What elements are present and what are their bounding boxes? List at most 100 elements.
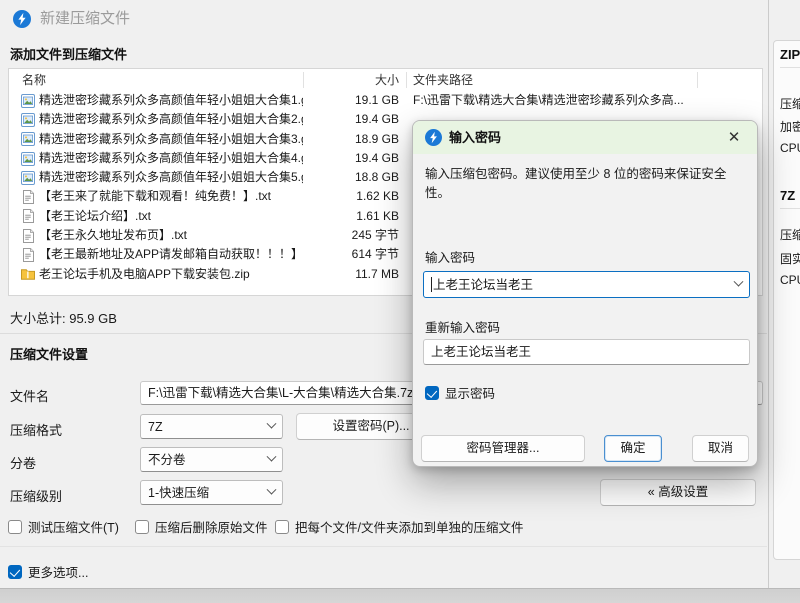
file-name: 精选泄密珍藏系列众多高颜值年轻小姐姐大合集4.gif [39, 150, 303, 165]
app-logo-icon [13, 10, 31, 28]
test-archive-checkbox[interactable]: 测试压缩文件(T) [8, 517, 119, 536]
separate-archives-checkbox[interactable]: 把每个文件/文件夹添加到单独的压缩文件 [275, 517, 523, 536]
file-size: 18.9 GB [354, 131, 399, 146]
checkbox-label: 把每个文件/文件夹添加到单独的压缩文件 [295, 521, 524, 535]
file-type-icon [23, 190, 34, 205]
file-name: 【老王来了就能下载和观看！纯免费！】.txt [39, 189, 272, 204]
advanced-settings-button[interactable]: « 高级设置 [600, 479, 756, 506]
volume-dropdown[interactable]: 不分卷 [140, 447, 283, 472]
advanced-panel: ZIP 压缩 加密 CPU 7Z 压缩 固实 CPU [773, 40, 800, 560]
background-window-strip [0, 588, 800, 603]
file-type-icon [21, 151, 35, 166]
delete-after-checkbox[interactable]: 压缩后删除原始文件 [135, 517, 268, 536]
panel-item: 压缩 [780, 97, 800, 111]
close-icon[interactable]: ✕ [721, 121, 747, 154]
checkbox-icon[interactable] [275, 519, 289, 534]
file-name: 精选泄密珍藏系列众多高颜值年轻小姐姐大合集1.gif [39, 93, 303, 107]
password-value: 上老王论坛当老王 [433, 277, 534, 292]
file-size: 1.62 KB [356, 189, 399, 204]
panel-item: 压缩 [780, 228, 800, 242]
panel-section-7z: 7Z [780, 188, 796, 203]
window-edge [768, 0, 769, 588]
more-options-checkbox[interactable]: 更多选项... [8, 562, 88, 581]
file-type-icon [21, 132, 35, 147]
divider [780, 208, 800, 209]
file-size: 19.1 GB [354, 93, 399, 107]
total-size-label: 大小总计: 95.9 GB [10, 311, 117, 326]
panel-item: 加密 [780, 120, 800, 134]
file-type-icon [23, 209, 34, 224]
divider [0, 546, 767, 547]
show-password-checkbox[interactable]: 显示密码 [425, 383, 495, 402]
file-type-icon [21, 93, 35, 108]
app-logo-icon [425, 129, 442, 146]
password-label: 输入密码 [425, 251, 476, 265]
checkbox-label: 压缩后删除原始文件 [155, 521, 268, 535]
column-header-path[interactable]: 文件夹路径 [413, 69, 473, 91]
format-value: 7Z [148, 419, 163, 434]
level-dropdown[interactable]: 1-快速压缩 [140, 480, 283, 505]
file-size: 245 字节 [351, 228, 399, 243]
password-manager-button[interactable]: 密码管理器... [421, 435, 585, 462]
checkbox-icon[interactable] [135, 519, 149, 534]
dialog-titlebar: 输入密码 ✕ [413, 121, 757, 154]
column-divider [697, 72, 698, 88]
password-dialog: 输入密码 ✕ 输入压缩包密码。建议使用至少 8 位的密码来保证安全性。 输入密码… [412, 120, 758, 467]
checkbox-label: 显示密码 [445, 387, 496, 401]
format-dropdown[interactable]: 7Z [140, 414, 283, 439]
file-size: 18.8 GB [354, 170, 399, 185]
file-size: 19.4 GB [354, 112, 399, 127]
level-value: 1-快速压缩 [148, 485, 210, 500]
file-type-icon [21, 269, 35, 281]
panel-item: CPU [780, 273, 800, 287]
divider [780, 67, 800, 68]
file-size: 19.4 GB [354, 150, 399, 165]
password-input[interactable]: 上老王论坛当老王 [423, 271, 750, 298]
table-row[interactable]: 精选泄密珍藏系列众多高颜值年轻小姐姐大合集1.gif 19.1 GB F:\迅雷… [9, 91, 762, 110]
dialog-title: 输入密码 [449, 130, 502, 145]
checkbox-label: 测试压缩文件(T) [28, 521, 119, 535]
file-name: 精选泄密珍藏系列众多高颜值年轻小姐姐大合集5.gif [39, 170, 303, 185]
volume-value: 不分卷 [148, 452, 186, 467]
checkbox-icon[interactable] [8, 564, 22, 579]
file-name: 老王论坛手机及电脑APP下载安装包.zip [39, 266, 250, 281]
file-type-icon [23, 228, 34, 243]
file-size: 1.61 KB [356, 208, 399, 223]
file-name: 【老王论坛介绍】.txt [39, 208, 152, 223]
dialog-instruction: 输入压缩包密码。建议使用至少 8 位的密码来保证安全性。 [425, 167, 727, 200]
file-type-icon [21, 112, 35, 127]
checkbox-label: 更多选项... [28, 566, 89, 580]
archive-settings-section-label: 压缩文件设置 [10, 347, 89, 362]
panel-section-zip: ZIP [780, 47, 800, 62]
ok-button[interactable]: 确定 [604, 435, 662, 462]
chevron-down-icon [266, 451, 277, 462]
format-label: 压缩格式 [10, 423, 63, 438]
file-size: 11.7 MB [355, 266, 399, 281]
chevron-down-icon [266, 484, 277, 495]
file-type-icon [23, 248, 34, 263]
confirm-password-input[interactable]: 上老王论坛当老王 [423, 339, 750, 365]
file-type-icon [21, 170, 35, 185]
chevron-down-icon[interactable] [733, 276, 744, 287]
file-name: 【老王最新地址及APP请发邮箱自动获取！！！】.... [39, 247, 303, 262]
level-label: 压缩级别 [10, 489, 63, 504]
file-list-header: 名称 大小 文件夹路径 [9, 69, 762, 91]
screen: 新建压缩文件 添加文件到压缩文件 名称 大小 文件夹路径 精选泄密珍藏系列众多高… [0, 0, 800, 603]
column-divider [406, 72, 407, 88]
chevron-down-icon [266, 418, 277, 429]
panel-item: CPU [780, 141, 800, 155]
titlebar: 新建压缩文件 [0, 0, 800, 38]
confirm-password-label: 重新输入密码 [425, 321, 501, 335]
column-divider [303, 72, 304, 88]
checkbox-icon[interactable] [425, 385, 439, 400]
file-size: 614 字节 [351, 247, 399, 262]
file-name: 精选泄密珍藏系列众多高颜值年轻小姐姐大合集3.gif [39, 131, 303, 146]
filename-label: 文件名 [10, 389, 50, 404]
checkbox-icon[interactable] [8, 519, 22, 534]
column-header-name[interactable]: 名称 [22, 69, 46, 91]
cancel-button[interactable]: 取消 [692, 435, 749, 462]
volume-label: 分卷 [10, 456, 37, 471]
panel-item: 固实 [780, 252, 800, 266]
add-files-section-label: 添加文件到压缩文件 [10, 47, 128, 62]
column-header-size[interactable]: 大小 [304, 69, 399, 91]
